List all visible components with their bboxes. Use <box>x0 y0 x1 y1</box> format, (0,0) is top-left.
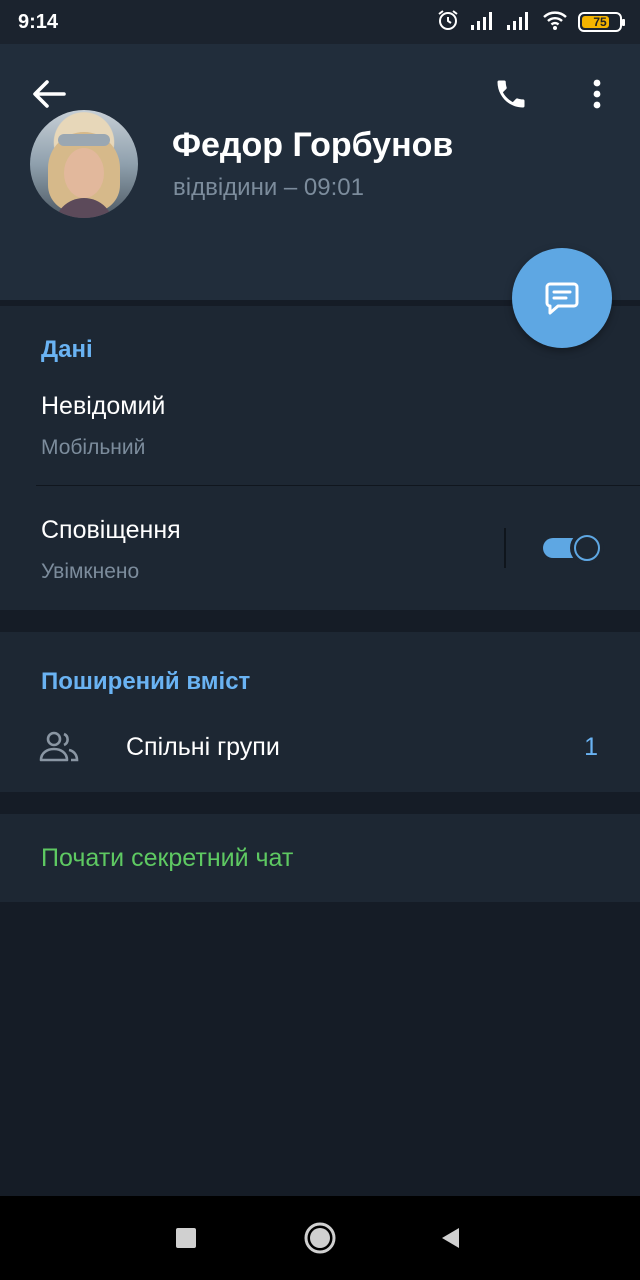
phone-label: Мобільний <box>41 436 146 459</box>
signal-icon <box>506 9 532 36</box>
info-section-title: Дані <box>41 336 93 363</box>
phone-icon <box>497 80 525 108</box>
more-vertical-icon <box>593 79 601 109</box>
system-nav-bar <box>0 1196 640 1280</box>
shared-section-title: Поширений вміст <box>41 668 251 695</box>
notifications-state: Увімкнено <box>41 560 140 583</box>
notifications-row[interactable]: Сповіщення Увімкнено <box>0 486 640 610</box>
back-triangle-icon <box>442 1228 459 1248</box>
message-icon <box>545 282 579 315</box>
vertical-divider <box>504 528 506 568</box>
recents-icon <box>176 1228 196 1248</box>
call-button[interactable] <box>486 72 536 116</box>
alarm-icon <box>436 8 460 37</box>
common-groups-label: Спільні групи <box>126 733 280 761</box>
contact-name: Федор Горбунов <box>172 126 454 164</box>
recents-button[interactable] <box>164 1216 208 1260</box>
back-button[interactable] <box>24 74 74 114</box>
send-message-button[interactable] <box>512 248 612 348</box>
secret-chat-section: Почати секретний чат <box>0 814 640 902</box>
arrow-left-icon <box>33 80 66 108</box>
phone-row[interactable]: Невідомий Мобільний <box>0 376 640 486</box>
common-groups-count: 1 <box>584 733 598 761</box>
last-seen-status: відвідини – 09:01 <box>173 174 364 201</box>
phone-value: Невідомий <box>41 392 166 420</box>
home-button[interactable] <box>298 1216 342 1260</box>
info-section: Дані Невідомий Мобільний Сповіщення Увім… <box>0 306 640 610</box>
nav-back-button[interactable] <box>428 1216 472 1260</box>
battery-level: 75 <box>593 15 607 29</box>
status-bar: 9:14 75 <box>0 0 640 44</box>
start-secret-chat-button[interactable]: Почати секретний чат <box>41 844 293 873</box>
common-groups-row[interactable]: Спільні групи 1 <box>0 712 640 788</box>
avatar[interactable] <box>30 110 138 218</box>
home-icon <box>304 1222 336 1254</box>
groups-icon <box>39 731 79 762</box>
notifications-title: Сповіщення <box>41 516 181 544</box>
wifi-icon <box>542 9 568 36</box>
battery-icon: 75 <box>578 12 625 32</box>
shared-media-section: Поширений вміст Спільні групи 1 <box>0 632 640 792</box>
signal-icon <box>470 9 496 36</box>
status-time: 9:14 <box>18 11 59 33</box>
notifications-toggle[interactable] <box>540 530 604 566</box>
more-options-button[interactable] <box>574 72 620 116</box>
status-icons: 75 <box>436 8 625 37</box>
